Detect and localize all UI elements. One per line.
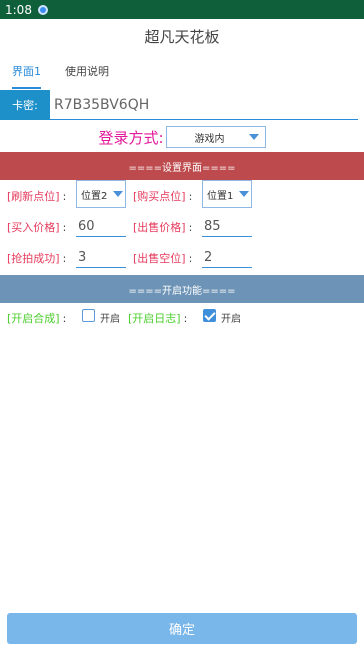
sell-price-input[interactable] (202, 217, 252, 237)
page-title: 超凡天花板 (0, 19, 364, 53)
sell-price-label: [出售价格]: (133, 219, 192, 235)
tab-interface1[interactable]: 界面1 (0, 53, 53, 89)
chevron-down-icon (113, 191, 124, 197)
refresh-point-colon: : (62, 190, 67, 203)
buy-price-label-text: [买入价格] (7, 221, 60, 234)
buy-point-label-text: [购买点位] (133, 190, 186, 203)
log-label-text: [开启日志] (128, 312, 181, 325)
combine-label: [开启合成]: (7, 310, 66, 326)
chevron-down-icon (248, 134, 259, 140)
grab-success-colon: : (62, 252, 67, 265)
grab-success-label-text: [抢拍成功] (7, 252, 60, 265)
key-label: 卡密: (0, 90, 50, 120)
sell-slots-colon: : (188, 252, 193, 265)
log-checkbox-label: 开启 (221, 314, 241, 325)
buy-price-input[interactable] (76, 217, 126, 237)
tab-bar: 界面1 使用说明 (0, 53, 364, 89)
status-time: 1:08 (5, 2, 32, 17)
login-row: 登录方式: 游戏内 (0, 124, 364, 150)
confirm-button[interactable]: 确定 (7, 613, 357, 644)
settings-banner: ====设置界面==== (0, 152, 364, 180)
chevron-down-icon (239, 191, 250, 197)
app-notification-icon (37, 4, 48, 15)
refresh-point-label: [刷新点位]: (7, 188, 66, 204)
combine-label-text: [开启合成] (7, 312, 60, 325)
key-row: 卡密: (0, 90, 364, 120)
refresh-point-select[interactable]: 位置2 (76, 180, 126, 208)
grab-success-input[interactable] (76, 248, 126, 268)
refresh-point-label-text: [刷新点位] (7, 190, 60, 203)
sell-slots-label-text: [出售空位] (133, 252, 186, 265)
buy-price-colon: : (62, 221, 67, 234)
combine-checkbox[interactable] (82, 309, 95, 322)
grab-success-label: [抢拍成功]: (7, 250, 66, 266)
buy-point-value: 位置1 (207, 190, 234, 202)
log-colon: : (183, 312, 188, 325)
sell-slots-input[interactable] (202, 248, 252, 268)
log-checkbox[interactable] (203, 309, 216, 322)
login-method-label: 登录方式: (98, 128, 164, 147)
buy-price-label: [买入价格]: (7, 219, 66, 235)
login-method-select[interactable]: 游戏内 (165, 126, 266, 148)
tab-instructions[interactable]: 使用说明 (53, 53, 121, 89)
combine-colon: : (62, 312, 67, 325)
features-banner: ====开启功能==== (0, 275, 364, 303)
sell-slots-label: [出售空位]: (133, 250, 192, 266)
buy-point-colon: : (188, 190, 193, 203)
login-method-value: 游戏内 (194, 133, 225, 145)
sell-price-colon: : (188, 221, 193, 234)
buy-point-label: [购买点位]: (133, 188, 192, 204)
refresh-point-value: 位置2 (81, 190, 108, 202)
key-input[interactable] (50, 90, 358, 120)
log-label: [开启日志]: (128, 310, 187, 326)
status-bar: 1:08 (0, 0, 364, 19)
sell-price-label-text: [出售价格] (133, 221, 186, 234)
buy-point-select[interactable]: 位置1 (202, 180, 252, 208)
combine-checkbox-label: 开启 (100, 314, 120, 325)
